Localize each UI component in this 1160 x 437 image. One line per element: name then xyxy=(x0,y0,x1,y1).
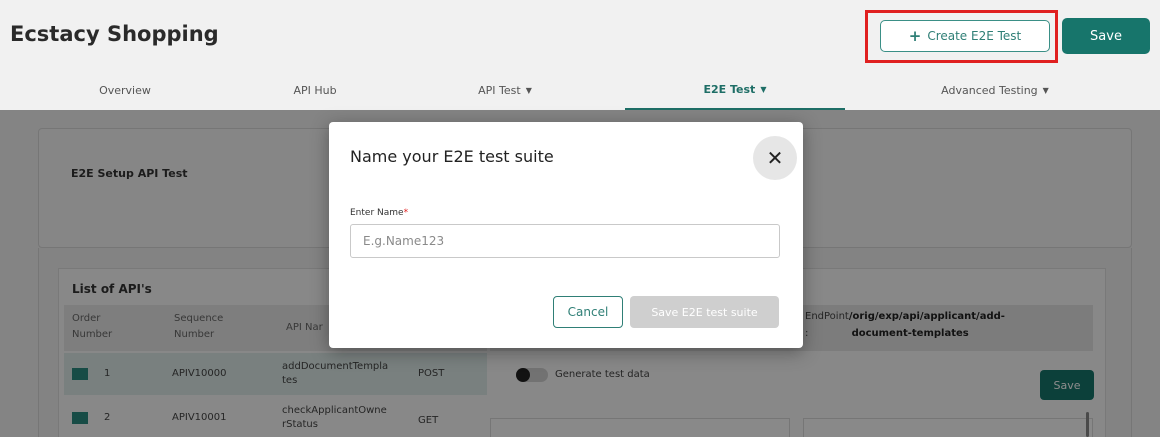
tab-api-hub[interactable]: API Hub xyxy=(250,70,380,110)
close-icon: ✕ xyxy=(766,146,784,170)
tab-e2e-test[interactable]: E2E Test ▼ xyxy=(625,70,845,110)
name-suite-dialog: Name your E2E test suite ✕ Enter Name* C… xyxy=(329,122,803,348)
cancel-button[interactable]: Cancel xyxy=(553,296,623,328)
tab-bar: Overview API Hub API Test ▼ E2E Test ▼ A… xyxy=(0,70,1160,110)
suite-name-input[interactable] xyxy=(350,224,780,258)
tab-label: E2E Test xyxy=(703,82,756,96)
dialog-title: Name your E2E test suite xyxy=(350,147,554,166)
save-e2e-test-suite-button[interactable]: Save E2E test suite xyxy=(630,296,779,328)
tab-overview[interactable]: Overview xyxy=(60,70,190,110)
app-title: Ecstacy Shopping xyxy=(10,22,219,46)
tab-label: Overview xyxy=(99,83,151,97)
chevron-down-icon: ▼ xyxy=(1042,85,1049,95)
tab-label: API Test xyxy=(478,83,521,97)
tab-label: API Hub xyxy=(293,83,337,97)
save-button[interactable]: Save xyxy=(1062,18,1150,54)
required-marker: * xyxy=(403,208,409,218)
highlight-annotation-box xyxy=(865,10,1058,63)
chevron-down-icon: ▼ xyxy=(760,84,767,94)
tab-label: Advanced Testing xyxy=(941,83,1038,97)
name-field-label-text: Enter Name xyxy=(350,208,404,218)
close-button[interactable]: ✕ xyxy=(753,136,797,180)
name-field-label: Enter Name* xyxy=(350,208,408,218)
tab-api-test[interactable]: API Test ▼ xyxy=(440,70,570,110)
tab-advanced-testing[interactable]: Advanced Testing ▼ xyxy=(900,70,1090,110)
chevron-down-icon: ▼ xyxy=(525,85,532,95)
